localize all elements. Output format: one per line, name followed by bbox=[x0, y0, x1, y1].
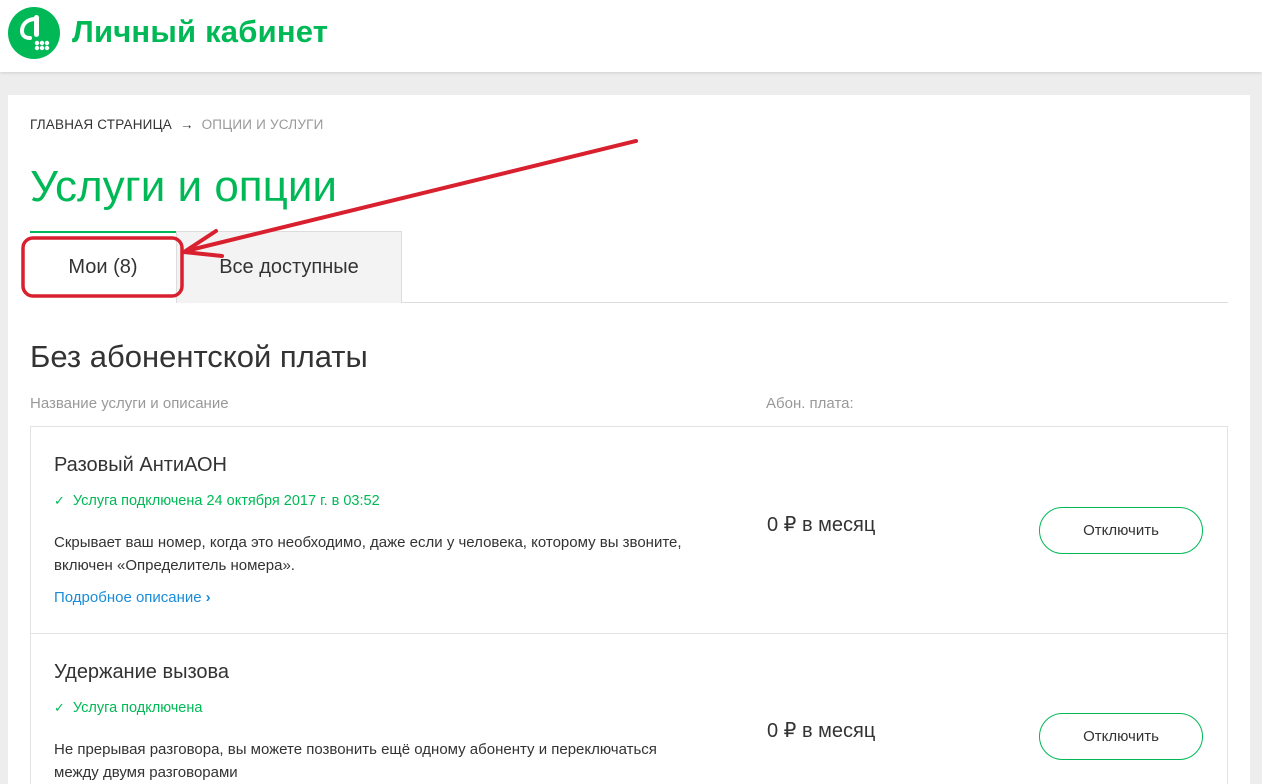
cabinet-title: Личный кабинет bbox=[72, 14, 329, 49]
service-status: ✓ Услуга подключена 24 октября 2017 г. в … bbox=[54, 493, 380, 509]
page-title: Услуги и опции bbox=[30, 162, 337, 211]
megafon-logo-icon[interactable] bbox=[8, 7, 60, 59]
check-icon: ✓ bbox=[54, 493, 65, 508]
service-status-text: Услуга подключена 24 октября 2017 г. в 0… bbox=[72, 493, 380, 509]
check-icon: ✓ bbox=[54, 700, 65, 715]
tab-active-indicator bbox=[30, 231, 176, 233]
details-link[interactable]: Подробное описание › bbox=[54, 589, 211, 606]
column-header-fee: Абон. плата: bbox=[766, 395, 854, 412]
tab-label: Все доступные bbox=[219, 256, 359, 278]
breadcrumb-home-link[interactable]: ГЛАВНАЯ СТРАНИЦА bbox=[30, 117, 172, 132]
breadcrumb-arrow-icon: → bbox=[179, 117, 194, 132]
content-card: ГЛАВНАЯ СТРАНИЦА → ОПЦИИ И УСЛУГИ Услуги… bbox=[8, 95, 1250, 784]
disable-service-button[interactable]: Отключить bbox=[1039, 507, 1203, 554]
top-bar: Личный кабинет bbox=[0, 0, 1262, 72]
tab-label: Мои (8) bbox=[68, 255, 138, 278]
breadcrumb: ГЛАВНАЯ СТРАНИЦА → ОПЦИИ И УСЛУГИ bbox=[30, 117, 324, 132]
service-fee: 0 ₽ в месяц bbox=[767, 720, 876, 742]
service-fee: 0 ₽ в месяц bbox=[767, 514, 876, 536]
details-link-text: Подробное описание bbox=[54, 589, 202, 606]
disable-service-button[interactable]: Отключить bbox=[1039, 713, 1203, 760]
chevron-right-icon: › bbox=[205, 589, 211, 606]
tab-all-available[interactable]: Все доступные bbox=[176, 231, 402, 303]
service-name: Разовый АнтиАОН bbox=[54, 454, 227, 476]
section-title: Без абонентской платы bbox=[30, 339, 368, 374]
service-description: Скрывает ваш номер, когда это необходимо… bbox=[54, 534, 682, 574]
breadcrumb-current: ОПЦИИ И УСЛУГИ bbox=[201, 117, 324, 132]
service-name: Удержание вызова bbox=[54, 661, 230, 683]
tab-my-services[interactable]: Мои (8) bbox=[30, 231, 176, 303]
service-status: ✓ Услуга подключена bbox=[54, 700, 202, 716]
column-header-name: Название услуги и описание bbox=[30, 395, 229, 412]
service-row: Удержание вызова ✓ Услуга подключена Не п… bbox=[30, 633, 1228, 784]
service-description: Не прерывая разговора, вы можете позвони… bbox=[54, 741, 657, 781]
service-status-text: Услуга подключена bbox=[72, 700, 203, 716]
service-row: Разовый АнтиАОН ✓ Услуга подключена 24 ок… bbox=[30, 426, 1228, 634]
